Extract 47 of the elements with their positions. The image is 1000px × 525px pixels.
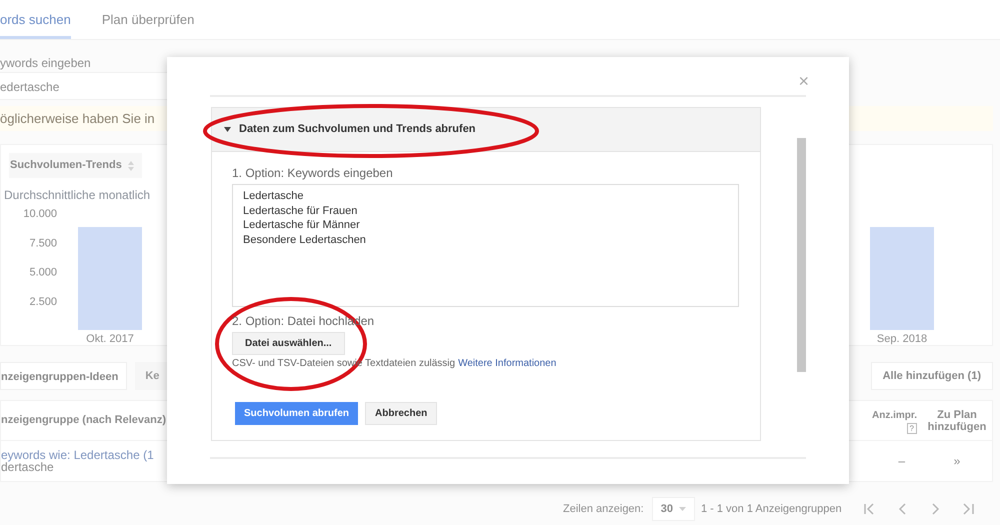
tick-label: 10.000 [23,208,57,220]
add-to-plan-button[interactable]: » [952,452,962,470]
pagination-icon[interactable] [962,503,974,515]
keyword-line: Besondere Ledertaschen [243,232,367,247]
close-button[interactable]: × [798,67,809,95]
axis-label: Sep. 2018 [876,333,928,345]
fetch-volume-button[interactable]: Suchvolumen abrufen [235,402,358,425]
scrollbar[interactable] [797,138,806,372]
tick-label: 5.000 [29,266,57,278]
column-header: nzeigengruppe (nach Relevanz) [1,413,166,428]
tab[interactable]: Ke [135,362,168,390]
choose-file-button[interactable]: Datei auswählen... [232,332,345,355]
rows-label: Zeilen anzeigen: [563,502,644,517]
range-text: 1 - 1 von 1 Anzeigengruppen [700,502,842,517]
keyword-line: Ledertasche [243,189,305,204]
section-header[interactable]: Daten zum Suchvolumen und Trends abrufen [212,108,760,152]
pagination-icon[interactable] [896,503,908,515]
option-label: 1. Option: Keywords eingeben [232,166,394,180]
keyword-line: Ledertasche für Männer [243,218,361,232]
keyword-line: Ledertasche für Frauen [243,204,358,218]
axis-label: Okt. 2017 [86,333,134,345]
sort-icon [128,160,134,170]
help-icon[interactable]: ? [906,422,917,434]
column-header: Anz.impr. [872,408,917,422]
caret-icon [678,507,686,511]
more-info-link[interactable]: Weitere Informationen [458,358,556,370]
chart-title: Durchschnittliche monatlich [4,187,150,202]
tab[interactable]: ords suchen [0,0,71,39]
table-cell-text: dertasche [1,461,55,473]
table-cell-text: – [898,453,905,470]
add-all-button[interactable]: Alle hinzufügen (1) [870,362,993,390]
keywords-textarea[interactable]: Ledertasche Ledertasche für Frauen Ledertasche für Männer Besondere Ledertaschen [232,184,739,307]
rows-dropdown[interactable]: 30 [652,497,695,521]
tick-label: 7.500 [29,237,57,250]
cancel-button[interactable]: Abbrechen [365,402,438,425]
warning-message: öglicherweise haben Sie in [0,111,155,126]
tick-label: 2.500 [29,296,57,308]
field-label: ywords eingeben [0,56,91,70]
pagination-icon[interactable] [864,503,875,515]
tab[interactable]: Plan überprüfen [102,0,194,39]
chart-dropdown[interactable]: Suchvolumen-Trends [9,153,142,178]
pagination-icon[interactable] [930,503,941,515]
caret-icon [224,127,231,132]
tab[interactable]: nzeigengruppen-Ideen [0,362,128,390]
column-header: Zu Plan hinzufügen [926,408,988,432]
table-cell-text: eywords wie: Ledertasche (1 [1,449,155,461]
keyword-field[interactable]: edertasche [0,72,170,100]
